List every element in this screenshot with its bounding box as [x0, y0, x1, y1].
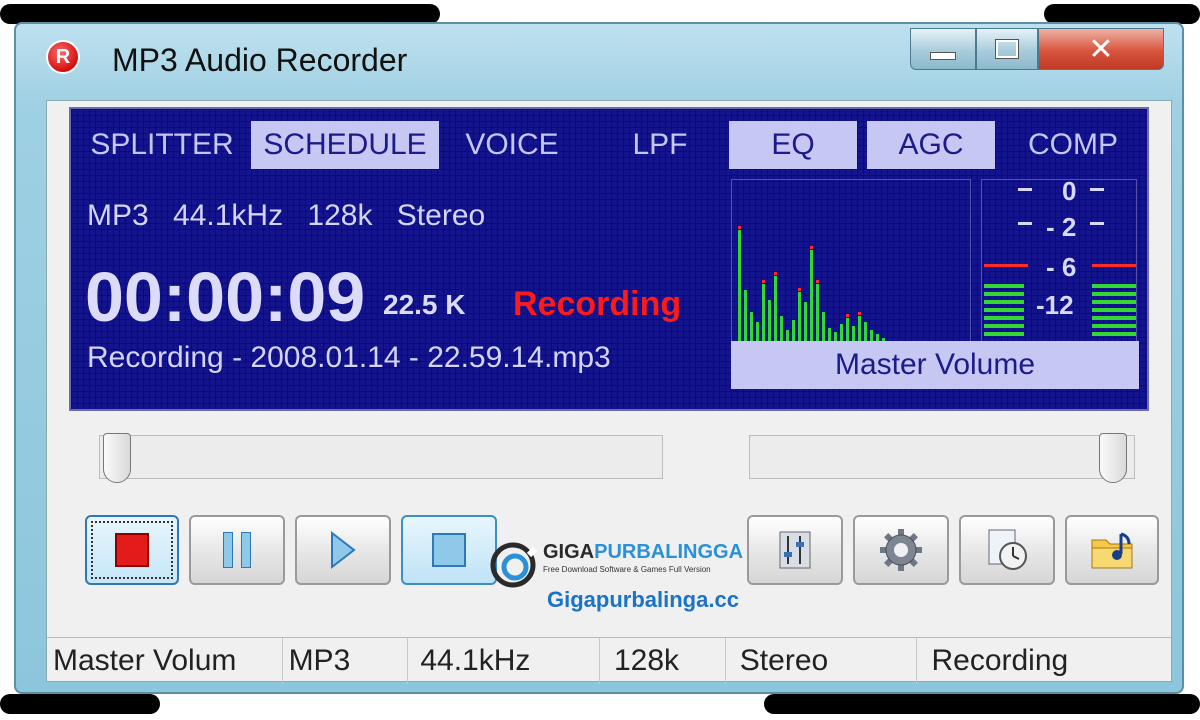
- watermark: GIGAPURBALINGGA Free Download Software &…: [489, 537, 769, 617]
- format-info: MP3 44.1kHz 128k Stereo: [87, 199, 486, 232]
- status-channels: Stereo: [726, 638, 918, 684]
- play-icon: [331, 530, 356, 570]
- file-size: 22.5 K: [383, 289, 466, 320]
- status-source: Master Volum: [47, 638, 283, 684]
- position-slider-thumb[interactable]: [103, 433, 131, 483]
- minimize-icon: [930, 52, 956, 60]
- app-window: R MP3 Audio Recorder ✕ SPLITTER SCHEDULE…: [14, 22, 1184, 694]
- status-samplerate: 44.1kHz: [408, 638, 600, 684]
- tab-schedule[interactable]: SCHEDULE: [251, 121, 439, 169]
- volume-slider-track[interactable]: [749, 435, 1135, 479]
- tab-lpf[interactable]: LPF: [595, 121, 725, 169]
- close-button[interactable]: ✕: [1038, 28, 1164, 70]
- vu-label-12: -12: [1036, 290, 1074, 320]
- maximize-icon: [995, 39, 1019, 59]
- music-folder-icon: [1091, 532, 1133, 569]
- tab-comp[interactable]: COMP: [1011, 121, 1135, 169]
- stop-button[interactable]: [401, 515, 497, 585]
- elapsed-timer: 00:00:09: [85, 258, 366, 336]
- tab-agc[interactable]: AGC: [867, 121, 995, 169]
- timer-icon: [988, 529, 1027, 570]
- recorder-display: SPLITTER SCHEDULE VOICE LPF EQ AGC COMP …: [69, 107, 1149, 411]
- vu-label-0: 0: [1062, 176, 1077, 206]
- pause-button[interactable]: [189, 515, 285, 585]
- tab-voice[interactable]: VOICE: [447, 121, 577, 169]
- close-icon: ✕: [1088, 32, 1114, 66]
- output-filename: Recording - 2008.01.14 - 22.59.14.mp3: [87, 341, 611, 374]
- tab-eq[interactable]: EQ: [729, 121, 857, 169]
- tab-splitter[interactable]: SPLITTER: [77, 121, 247, 169]
- status-state: Recording: [931, 644, 1069, 677]
- status-bitrate: 128k: [600, 638, 726, 684]
- settings-button[interactable]: [853, 515, 949, 585]
- watermark-brand: GIGAPURBALINGGA: [543, 541, 744, 563]
- mixer-icon: [779, 531, 811, 569]
- vu-label-2: - 2: [1046, 212, 1077, 242]
- decor-bar-top-right: [1044, 4, 1200, 24]
- gear-icon: [880, 529, 922, 571]
- volume-slider-thumb[interactable]: [1099, 433, 1127, 483]
- schedule-button[interactable]: [959, 515, 1055, 585]
- status-format: MP3: [283, 638, 409, 684]
- minimize-button[interactable]: [910, 28, 976, 70]
- window-title: MP3 Audio Recorder: [112, 42, 408, 78]
- vu-label-6: - 6: [1046, 252, 1077, 282]
- client-area: SPLITTER SCHEDULE VOICE LPF EQ AGC COMP …: [46, 100, 1172, 684]
- window-controls: ✕: [910, 28, 1164, 70]
- title-bar[interactable]: R MP3 Audio Recorder ✕: [16, 24, 1182, 98]
- decor-bar-bottom-left: [0, 694, 160, 714]
- spectrum-bars: [738, 226, 885, 346]
- position-slider-track[interactable]: [99, 435, 663, 479]
- pause-icon: [223, 532, 251, 568]
- record-button[interactable]: [85, 515, 179, 585]
- play-button[interactable]: [295, 515, 391, 585]
- decor-bar-bottom-right: [764, 694, 1200, 714]
- maximize-button[interactable]: [976, 28, 1038, 70]
- recording-status: Recording: [513, 285, 682, 323]
- open-folder-button[interactable]: [1065, 515, 1159, 585]
- status-bar: Master Volum MP3 44.1kHz 128k Stereo Rec…: [47, 637, 1171, 684]
- decor-bar-top-left: [0, 4, 440, 24]
- watermark-tagline: Free Download Software & Games Full Vers…: [543, 565, 711, 574]
- vu-meter: 0 - 2 - 6 -12: [981, 176, 1137, 345]
- stop-icon: [432, 533, 466, 567]
- record-icon: [115, 533, 149, 567]
- watermark-logo-icon: [490, 542, 537, 588]
- watermark-url: Gigapurbalinga.cc: [547, 587, 739, 612]
- app-icon[interactable]: R: [46, 40, 80, 74]
- master-volume-label[interactable]: Master Volume: [731, 341, 1139, 389]
- spectrum-analyzer: [731, 179, 971, 346]
